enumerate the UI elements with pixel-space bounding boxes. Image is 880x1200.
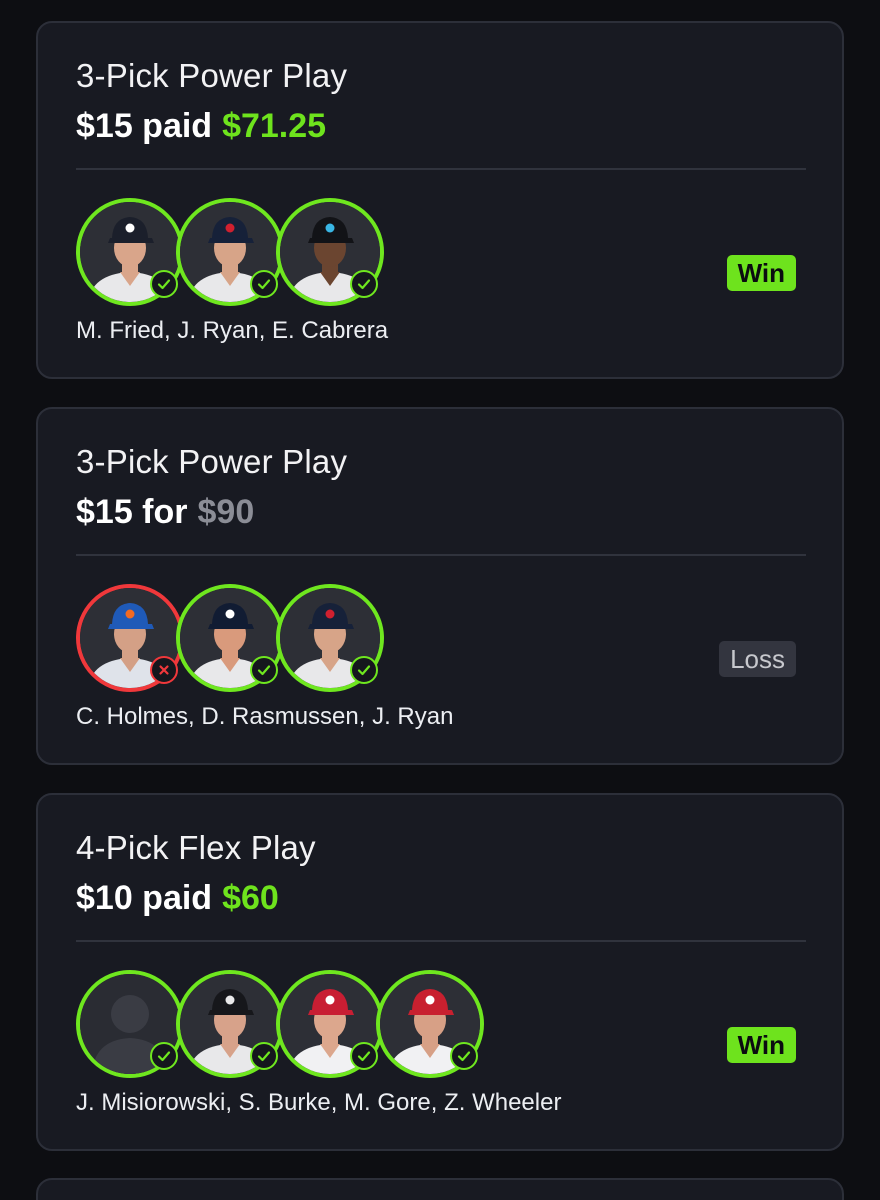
lineup-card-next[interactable] bbox=[36, 1178, 844, 1200]
entry-amount: $15 for $90 bbox=[76, 493, 254, 532]
result-badge-win: Win bbox=[726, 1027, 796, 1063]
lineup-card[interactable]: 3-Pick Power Play $15 for $90 Loss C. Hol… bbox=[36, 407, 844, 765]
hit-check-icon bbox=[150, 1042, 178, 1070]
entry-fee: $10 paid bbox=[76, 879, 213, 917]
entry-fee: $15 for bbox=[76, 493, 188, 531]
divider bbox=[76, 168, 806, 170]
hit-check-icon bbox=[350, 1042, 378, 1070]
payout-amount: $71.25 bbox=[222, 107, 327, 145]
result-badge-win: Win bbox=[726, 255, 796, 291]
entry-amount: $10 paid $60 bbox=[76, 879, 279, 918]
hit-check-icon bbox=[250, 656, 278, 684]
player-names: J. Misiorowski, S. Burke, M. Gore, Z. Wh… bbox=[76, 1089, 562, 1116]
entry-amount: $15 paid $71.25 bbox=[76, 107, 326, 146]
potential-payout: $90 bbox=[197, 493, 255, 531]
play-type-title: 3-Pick Power Play bbox=[76, 57, 348, 94]
divider bbox=[76, 554, 806, 556]
lineup-card[interactable]: 4-Pick Flex Play $10 paid $60 Win J. Misi… bbox=[36, 793, 844, 1151]
payout-amount: $60 bbox=[222, 879, 279, 917]
hit-check-icon bbox=[150, 270, 178, 298]
lineup-card[interactable]: 3-Pick Power Play $15 paid $71.25 Win M. … bbox=[36, 21, 844, 379]
hit-check-icon bbox=[250, 1042, 278, 1070]
miss-x-icon bbox=[150, 656, 178, 684]
player-avatars bbox=[76, 970, 496, 1080]
player-avatars bbox=[76, 584, 496, 694]
divider bbox=[76, 940, 806, 942]
hit-check-icon bbox=[350, 270, 378, 298]
player-avatars bbox=[76, 198, 496, 308]
play-type-title: 4-Pick Flex Play bbox=[76, 829, 316, 866]
hit-check-icon bbox=[450, 1042, 478, 1070]
player-names: C. Holmes, D. Rasmussen, J. Ryan bbox=[76, 703, 454, 730]
result-badge-loss: Loss bbox=[719, 641, 796, 677]
play-type-title: 3-Pick Power Play bbox=[76, 443, 348, 480]
player-names: M. Fried, J. Ryan, E. Cabrera bbox=[76, 317, 389, 344]
entry-fee: $15 paid bbox=[76, 107, 213, 145]
hit-check-icon bbox=[350, 656, 378, 684]
hit-check-icon bbox=[250, 270, 278, 298]
